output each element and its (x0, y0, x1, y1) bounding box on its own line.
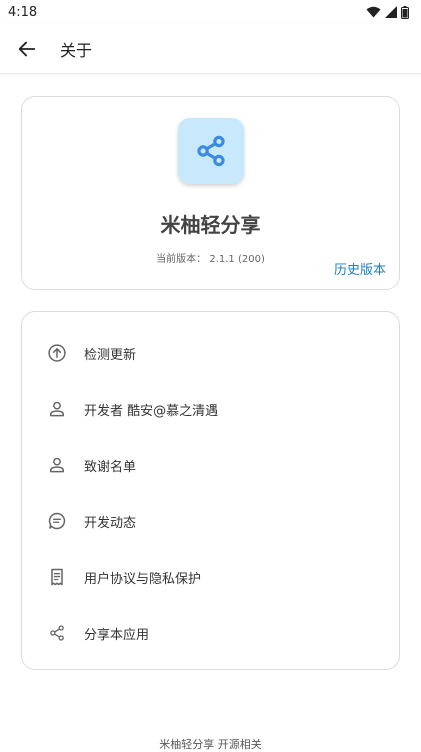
page-title: 关于 (60, 40, 93, 60)
version-label: 当前版本： (156, 254, 207, 265)
share-icon (46, 622, 68, 644)
status-bar: 4:18 (0, 0, 421, 24)
menu-item-label: 开发动态 (84, 515, 137, 531)
menu-item-check-update[interactable]: 检测更新 (22, 325, 399, 381)
menu-item-label: 致谢名单 (84, 459, 137, 475)
history-versions-link[interactable]: 历史版本 (334, 259, 386, 278)
menu-item-developer[interactable]: 开发者 酷安@慕之清遇 (22, 381, 399, 437)
chat-lines-icon (46, 510, 68, 532)
wifi-icon (366, 6, 381, 18)
share-icon (197, 135, 225, 167)
menu-item-label: 用户协议与隐私保护 (84, 571, 202, 587)
back-button[interactable] (2, 24, 52, 74)
app-name: 米柚轻分享 (160, 213, 261, 237)
menu-item-label: 分享本应用 (84, 627, 150, 643)
status-icons (366, 5, 409, 19)
arrow-up-circle-icon (46, 342, 68, 364)
app-bar: 关于 (0, 24, 421, 74)
menu-item-label: 检测更新 (84, 347, 137, 363)
person-icon (46, 398, 68, 420)
app-logo (178, 118, 244, 184)
menu-item-share-app[interactable]: 分享本应用 (22, 605, 399, 661)
menu-card: 检测更新 开发者 酷安@慕之清遇 致谢名单 开发动态 用户协议与隐私保护 分享本… (21, 311, 400, 670)
menu-item-acknowledgements[interactable]: 致谢名单 (22, 437, 399, 493)
footer-open-source-link[interactable]: 米柚轻分享 开源相关 (0, 736, 421, 752)
battery-icon (401, 5, 409, 19)
menu-item-privacy[interactable]: 用户协议与隐私保护 (22, 549, 399, 605)
receipt-icon (46, 566, 68, 588)
menu-item-dev-news[interactable]: 开发动态 (22, 493, 399, 549)
about-card: 米柚轻分享 当前版本： 2.1.1 (200) 历史版本 (21, 96, 400, 290)
status-time: 4:18 (8, 4, 38, 20)
arrow-left-icon (18, 41, 36, 56)
version-value: 2.1.1 (200) (209, 254, 265, 265)
menu-item-label: 开发者 酷安@慕之清遇 (84, 403, 219, 419)
cell-signal-icon (385, 6, 397, 18)
person-icon (46, 454, 68, 476)
